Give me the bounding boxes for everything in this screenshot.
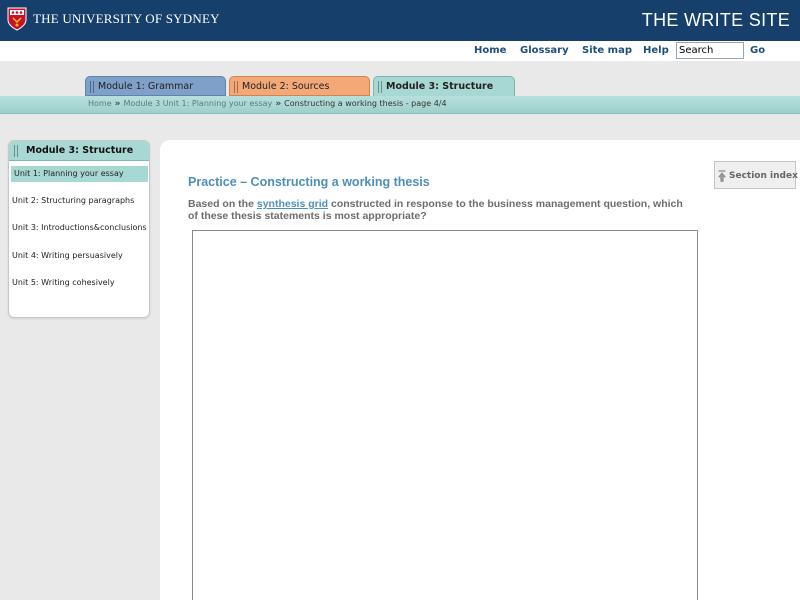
nav-site-map-link[interactable]: Site map	[582, 45, 632, 56]
sidebar-item-unit-2[interactable]: Unit 2: Structuring paragraphs	[9, 193, 149, 209]
breadcrumb-bar: Home» Module 3 Unit 1: Planning your essa…	[0, 96, 800, 114]
tab-module-2-sources[interactable]: Module 2: Sources	[229, 76, 370, 96]
main-content: Practice – Constructing a working thesis…	[160, 140, 800, 600]
module-tabs: Module 1: Grammar Module 2: Sources Modu…	[0, 76, 800, 97]
grip-icon	[378, 81, 382, 93]
search-input[interactable]	[676, 42, 744, 59]
university-crest-icon	[7, 7, 27, 31]
question-text-before: Based on the	[188, 198, 257, 210]
breadcrumb-unit-link[interactable]: Module 3 Unit 1: Planning your essay	[123, 99, 272, 108]
breadcrumb-separator: »	[114, 99, 121, 109]
section-index-label: Section index	[729, 171, 798, 181]
site-title[interactable]: THE WRITE SITE	[642, 10, 790, 31]
tab-label: Module 3: Structure	[386, 81, 494, 92]
grip-icon	[14, 145, 18, 157]
tab-module-1-grammar[interactable]: Module 1: Grammar	[85, 76, 226, 96]
sidebar-item-unit-4[interactable]: Unit 4: Writing persuasively	[9, 248, 149, 264]
section-index-button[interactable]: Section index	[714, 161, 798, 189]
top-navigation: Home Glossary Site map Help Go	[0, 41, 800, 61]
tab-label: Module 1: Grammar	[98, 81, 194, 92]
breadcrumb-current: Constructing a working thesis - page 4/4	[284, 99, 447, 108]
grip-icon	[90, 81, 94, 93]
tab-module-3-structure[interactable]: Module 3: Structure	[373, 76, 515, 97]
breadcrumb-separator: »	[275, 99, 282, 109]
sidebar-title-text: Module 3: Structure	[26, 145, 134, 156]
page-title: Practice – Constructing a working thesis	[188, 175, 430, 189]
arrow-up-icon	[718, 170, 726, 182]
question-text: Based on the synthesis grid constructed …	[188, 198, 688, 222]
nav-glossary-link[interactable]: Glossary	[520, 45, 569, 56]
nav-help-link[interactable]: Help	[643, 45, 669, 56]
university-name: THE UNIVERSITY OF SYDNEY	[33, 11, 220, 26]
site-header: THE UNIVERSITY OF SYDNEY THE WRITE SITE	[0, 0, 800, 41]
practice-frame[interactable]	[192, 230, 698, 600]
grip-icon	[234, 81, 238, 93]
sidebar-item-unit-1[interactable]: Unit 1: Planning your essay	[11, 166, 148, 182]
sidebar-title: Module 3: Structure	[9, 141, 149, 161]
nav-home-link[interactable]: Home	[474, 45, 506, 56]
breadcrumb: Home» Module 3 Unit 1: Planning your essa…	[88, 99, 447, 109]
university-logo[interactable]: THE UNIVERSITY OF SYDNEY	[7, 7, 220, 31]
synthesis-grid-link[interactable]: synthesis grid	[257, 198, 328, 210]
sidebar-item-unit-3[interactable]: Unit 3: Introductions&conclusions	[9, 220, 149, 236]
search-go-button[interactable]: Go	[750, 45, 765, 56]
tab-label: Module 2: Sources	[242, 81, 330, 92]
breadcrumb-home-link[interactable]: Home	[88, 99, 112, 108]
sidebar: Module 3: Structure Unit 1: Planning you…	[8, 140, 150, 318]
sidebar-item-unit-5[interactable]: Unit 5: Writing cohesively	[9, 275, 149, 291]
